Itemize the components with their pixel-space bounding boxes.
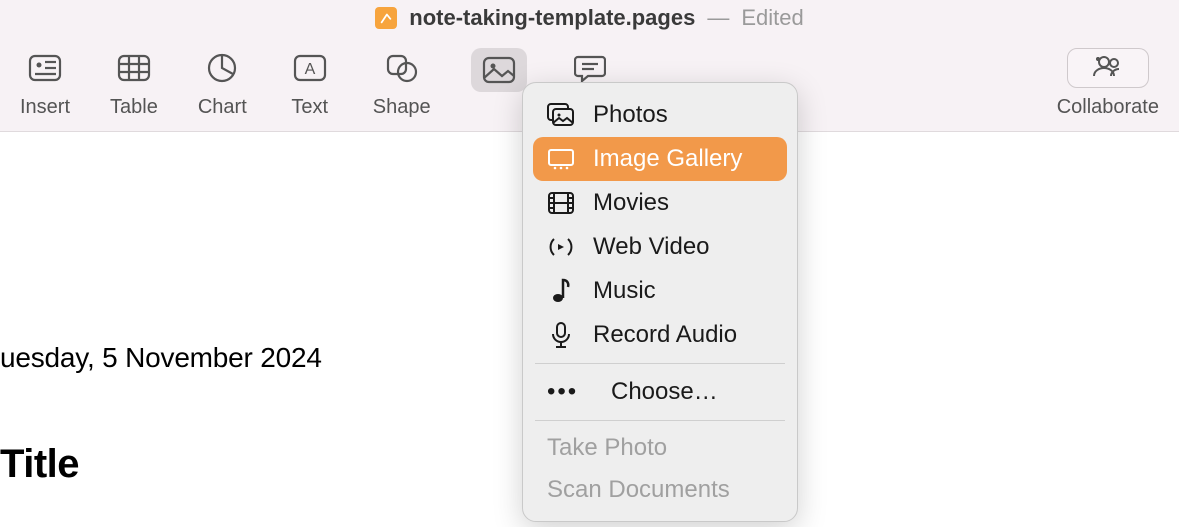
dropdown-item-record-audio[interactable]: Record Audio [533,313,787,357]
dropdown-item-scan-documents: Scan Documents [533,469,787,511]
dropdown-divider [535,363,785,364]
image-gallery-icon [547,145,575,173]
photos-label: Photos [593,101,668,129]
dropdown-divider [535,420,785,421]
collaborate-label: Collaborate [1057,96,1159,119]
dropdown-item-photos[interactable]: Photos [533,93,787,137]
dropdown-item-music[interactable]: Music [533,269,787,313]
shape-button[interactable]: Shape [373,48,431,119]
titlebar-separator: — [707,5,729,31]
photos-icon [547,101,575,129]
dropdown-item-web-video[interactable]: Web Video [533,225,787,269]
scan-documents-label: Scan Documents [547,476,730,504]
dropdown-item-take-photo: Take Photo [533,427,787,469]
text-icon: A [287,48,333,88]
table-label: Table [110,96,158,119]
insert-icon [22,48,68,88]
insert-label: Insert [20,96,70,119]
take-photo-label: Take Photo [547,434,667,462]
chart-label: Chart [198,96,247,119]
movies-icon [547,189,575,217]
shape-label: Shape [373,96,431,119]
image-gallery-label: Image Gallery [593,145,742,173]
movies-label: Movies [593,189,669,217]
insert-button[interactable]: Insert [20,48,70,119]
titlebar: note-taking-template.pages — Edited [0,0,1179,36]
dropdown-item-movies[interactable]: Movies [533,181,787,225]
document-title[interactable]: Title [0,442,79,487]
document-date[interactable]: uesday, 5 November 2024 [0,342,322,374]
choose-label: Choose… [611,378,718,406]
media-button[interactable] [471,48,527,119]
media-icon [471,48,527,92]
dropdown-item-choose[interactable]: ••• Choose… [533,370,787,414]
document-filename[interactable]: note-taking-template.pages [409,5,695,31]
collaborate-icon [1091,54,1125,83]
dropdown-item-image-gallery[interactable]: Image Gallery [533,137,787,181]
document-icon [375,7,397,29]
table-button[interactable]: Table [110,48,158,119]
shape-icon [379,48,425,88]
text-button[interactable]: A Text [287,48,333,119]
web-video-icon [547,233,575,261]
record-audio-icon [547,321,575,349]
svg-text:A: A [304,61,315,78]
media-dropdown: Photos Image Gallery Movies Web Video Mu… [522,82,798,522]
chart-icon [199,48,245,88]
music-label: Music [593,277,656,305]
web-video-label: Web Video [593,233,710,261]
record-audio-label: Record Audio [593,321,737,349]
text-label: Text [291,96,328,119]
music-icon [547,277,575,305]
collaborate-button[interactable]: Collaborate [1057,48,1159,119]
edited-indicator: Edited [741,5,803,31]
chart-button[interactable]: Chart [198,48,247,119]
table-icon [111,48,157,88]
ellipsis-icon: ••• [547,378,575,406]
